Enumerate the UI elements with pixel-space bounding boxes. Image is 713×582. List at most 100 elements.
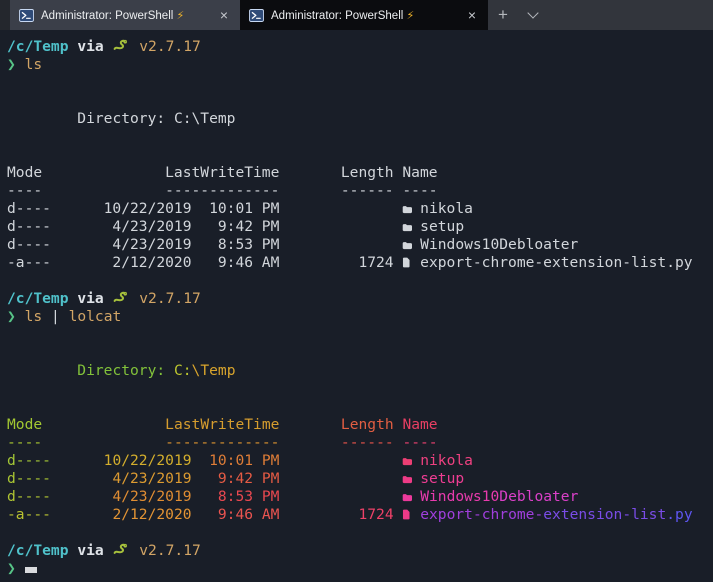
tab-powershell-2[interactable]: Administrator: PowerShell ⚡ ×	[240, 0, 488, 30]
time: 9:46 AM	[217, 506, 280, 523]
time: 10:01 PM	[209, 452, 280, 469]
file-name: .py	[666, 506, 693, 523]
tab-close-button[interactable]: ×	[214, 6, 234, 24]
pipe: |	[50, 308, 60, 325]
text	[42, 308, 51, 325]
mode: d----	[7, 452, 51, 469]
terminal[interactable]: /c/Temp via v2.7.17 ❯ ls Directory: C:\Te…	[0, 30, 713, 582]
chevron-down-icon	[527, 7, 539, 19]
dir-name: Windows10Debloater	[411, 236, 579, 253]
terminal-line: Mode LastWriteTime Length Name	[7, 164, 713, 182]
col-lastwritetime: LastWriteTime	[165, 416, 280, 433]
dir-name: setup	[411, 218, 465, 235]
terminal-line: d---- 4/23/2019 8:53 PM Windows10Debloat…	[7, 488, 713, 506]
tab-title: Administrator: PowerShell ⚡	[41, 9, 184, 22]
command: lolcat	[68, 308, 122, 325]
text	[69, 542, 78, 559]
text	[192, 506, 218, 523]
terminal-line: /c/Temp via v2.7.17	[7, 290, 713, 308]
text	[192, 488, 218, 505]
text	[16, 308, 25, 325]
dir-name: Windows10	[420, 488, 500, 505]
snake-icon	[112, 542, 130, 560]
lightning-icon: ⚡	[406, 8, 415, 22]
text	[411, 506, 420, 523]
text	[130, 38, 139, 55]
text	[42, 416, 165, 433]
tab-title-text: Administrator: PowerShell	[41, 9, 174, 22]
terminal-line: -a--- 2/12/2020 9:46 AM 1724 export-chro…	[7, 254, 713, 272]
row-fields: -a--- 2/12/2020 9:46 AM 1724	[7, 254, 403, 271]
text: ----	[7, 434, 43, 451]
terminal-line: ❯ ls	[7, 56, 713, 74]
text	[60, 308, 69, 325]
col-mode: Mode	[7, 416, 43, 433]
snake-icon	[112, 290, 130, 308]
terminal-line: d---- 4/23/2019 8:53 PM Windows10Debloat…	[7, 236, 713, 254]
col-name: Name	[402, 416, 438, 433]
powershell-icon	[249, 8, 264, 22]
tab-dropdown-button[interactable]	[518, 0, 548, 30]
new-tab-button[interactable]: +	[488, 0, 518, 30]
time: 8:53 PM	[217, 488, 280, 505]
text	[16, 560, 25, 577]
text	[104, 290, 113, 307]
table-header: Mode LastWriteTime Length Name	[7, 164, 438, 181]
text	[16, 56, 25, 73]
text	[51, 452, 104, 469]
terminal-window: Administrator: PowerShell ⚡ × Administra…	[0, 0, 713, 582]
text	[51, 488, 113, 505]
text	[7, 110, 77, 127]
cwd: /c/Temp	[7, 290, 69, 307]
row-fields: d---- 4/23/2019 9:42 PM	[7, 218, 403, 235]
terminal-line: ❯	[7, 560, 713, 578]
text	[279, 416, 341, 433]
powershell-icon	[19, 8, 34, 22]
command: ls	[24, 308, 43, 325]
date: 4/23/2019	[112, 470, 192, 487]
text	[411, 470, 420, 487]
tab-close-button[interactable]: ×	[462, 6, 482, 24]
terminal-line: Mode LastWriteTime Length Name	[7, 416, 713, 434]
size: 1724	[358, 506, 394, 523]
directory-path: Directory: C:\Temp	[77, 110, 236, 127]
text	[51, 506, 113, 523]
date: 4/23/2019	[112, 488, 192, 505]
terminal-line: ---- ------------- ------ ----	[7, 182, 713, 200]
file-name: export-chrome-extension-list.py	[411, 254, 693, 271]
python-version: v2.7.17	[139, 38, 201, 55]
text	[69, 38, 78, 55]
row-fields: d---- 10/22/2019 10:01 PM	[7, 200, 403, 217]
row-fields: d---- 4/23/2019 8:53 PM	[7, 236, 403, 253]
text	[104, 542, 113, 559]
prompt-symbol: ❯	[7, 308, 16, 325]
dir-name: Debloater	[499, 488, 579, 505]
time: 9:42 PM	[217, 470, 280, 487]
snake-icon	[112, 38, 130, 56]
python-version: v2.7.17	[139, 542, 201, 559]
file-name: extension-list	[543, 506, 667, 523]
tab-powershell-1[interactable]: Administrator: PowerShell ⚡ ×	[10, 0, 240, 30]
text: ------	[340, 434, 394, 451]
terminal-line: /c/Temp via v2.7.17	[7, 542, 713, 560]
dir-name: nikola	[411, 200, 473, 217]
text	[279, 506, 358, 523]
terminal-cursor	[24, 567, 37, 573]
text	[394, 506, 403, 523]
text: ----	[402, 434, 438, 451]
text	[130, 542, 139, 559]
terminal-line: Directory: C:\Temp	[7, 110, 713, 128]
mode: -a---	[7, 506, 51, 523]
text	[165, 362, 174, 379]
text	[279, 470, 402, 487]
text	[192, 452, 210, 469]
mode: d----	[7, 488, 51, 505]
python-version: v2.7.17	[139, 290, 201, 307]
table-header-underline: ---- ------------- ------ ----	[7, 182, 438, 199]
